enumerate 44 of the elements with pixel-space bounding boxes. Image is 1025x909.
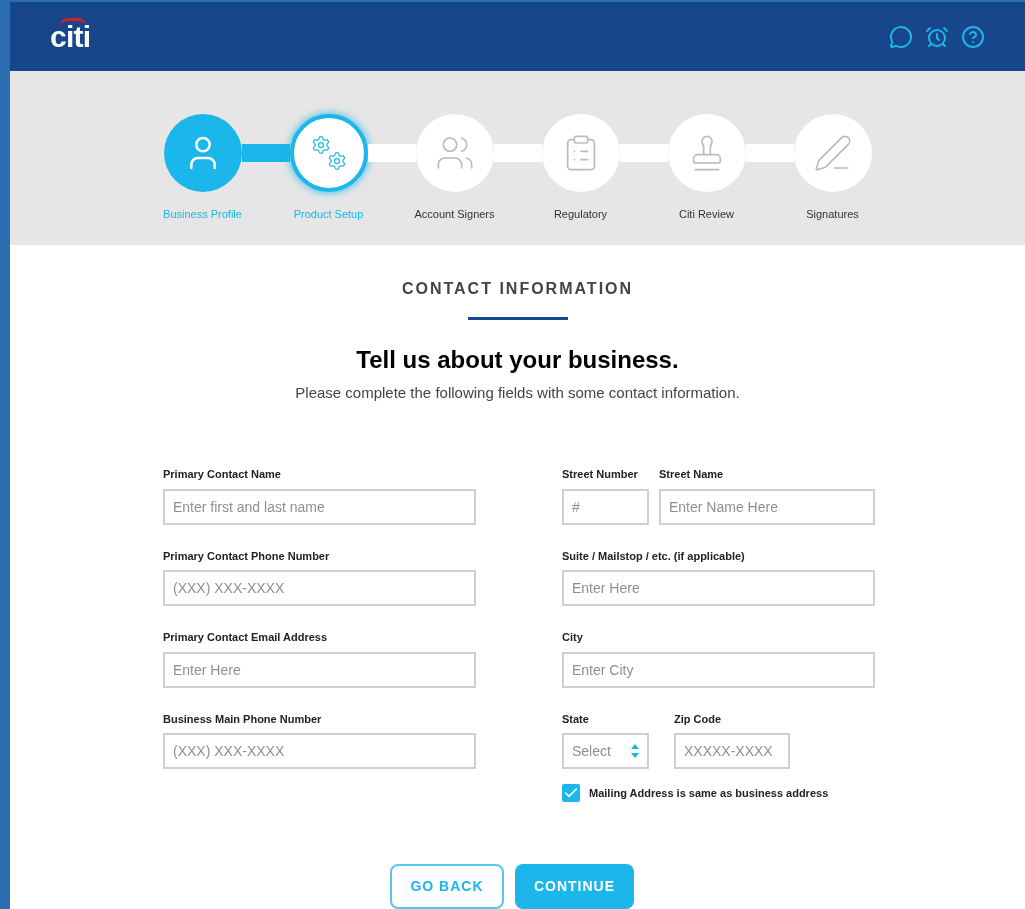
step-connector — [493, 144, 542, 163]
field-label: Suite / Mailstop / etc. (if applicable) — [562, 548, 746, 564]
input-field[interactable]: XXXXX-XXXX — [674, 733, 790, 769]
up-down-arrows-icon — [631, 744, 639, 758]
step-label: Account Signers — [414, 207, 495, 223]
field-label: Primary Contact Email Address — [163, 630, 329, 645]
logo: citi — [50, 17, 91, 56]
gears-icon — [310, 135, 347, 172]
step-connector — [745, 144, 794, 163]
field-label: Primary Contact Phone Number — [163, 548, 331, 564]
step-label: Signatures — [806, 207, 859, 223]
chat-icon[interactable] — [889, 24, 913, 49]
section-title: CONTACT INFORMATION — [401, 278, 634, 299]
input-field[interactable]: Enter Name Here — [659, 488, 875, 525]
input-field[interactable]: Enter City — [562, 651, 875, 688]
step-label: Business Profile — [163, 207, 242, 223]
checkbox[interactable] — [562, 784, 580, 802]
subtitle: Please complete the following fields with some contact information. — [295, 382, 740, 403]
alarm-clock-icon[interactable] — [925, 24, 949, 49]
step-label: Regulatory — [553, 207, 608, 223]
continue-button[interactable]: CONTINUE — [515, 864, 634, 909]
field-label: Street Number — [562, 467, 639, 482]
field-label: Zip Code — [674, 711, 723, 727]
input-field[interactable]: (XXX) XXX-XXXX — [163, 570, 476, 606]
step-connector — [241, 144, 290, 163]
select-field[interactable]: Select — [562, 733, 649, 769]
heading: Tell us about your business. — [356, 344, 679, 375]
step-label: Citi Review — [679, 207, 734, 223]
field-label: City — [562, 630, 584, 645]
step-connector — [367, 144, 416, 163]
input-field[interactable]: # — [562, 488, 649, 525]
input-field[interactable]: Enter Here — [163, 651, 476, 688]
field-label: Business Main Phone Number — [163, 711, 323, 727]
step-connector — [619, 144, 668, 163]
help-icon[interactable] — [961, 24, 985, 49]
checkbox-label: Mailing Address is same as business address — [589, 785, 829, 801]
input-field[interactable]: Enter first and last name — [163, 488, 476, 525]
step-label: Product Setup — [293, 207, 364, 223]
back-button[interactable]: GO BACK — [390, 864, 504, 909]
field-label: Primary Contact Name — [163, 467, 282, 482]
field-label: State — [562, 711, 590, 727]
input-field[interactable]: (XXX) XXX-XXXX — [163, 733, 476, 769]
input-field[interactable]: Enter Here — [562, 570, 875, 606]
field-label: Street Name — [659, 467, 725, 482]
